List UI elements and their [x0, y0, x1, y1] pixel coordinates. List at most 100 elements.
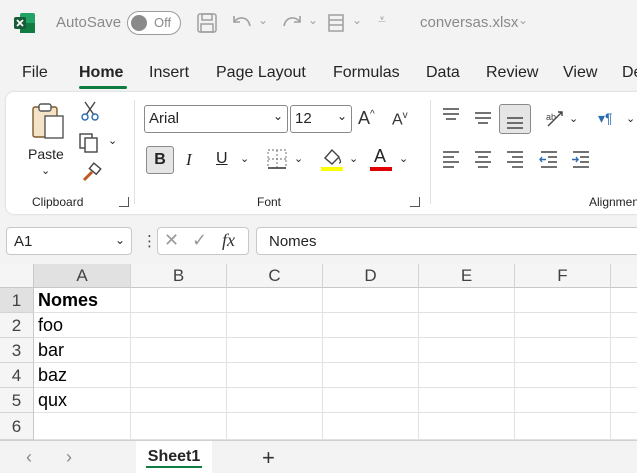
font-color-dropdown-icon[interactable]: ⌄ — [399, 152, 408, 165]
sheet-tab-sheet1[interactable]: Sheet1 — [136, 441, 212, 473]
underline-dropdown-icon[interactable]: ⌄ — [240, 152, 249, 165]
cell-d4[interactable] — [323, 363, 419, 388]
cell-b2[interactable] — [131, 313, 227, 338]
column-header-d[interactable]: D — [323, 264, 419, 288]
cell-a2[interactable]: foo — [34, 313, 131, 338]
add-sheet-icon[interactable]: + — [262, 445, 275, 471]
cell-b6[interactable] — [131, 413, 227, 440]
cell-b3[interactable] — [131, 338, 227, 363]
cell-b1[interactable] — [131, 288, 227, 313]
tab-file[interactable]: File — [22, 64, 48, 82]
select-all-corner[interactable] — [0, 264, 34, 288]
fill-color-dropdown-icon[interactable]: ⌄ — [349, 152, 358, 165]
text-direction-dropdown-icon[interactable]: ⌄ — [626, 112, 635, 125]
cell-e4[interactable] — [419, 363, 515, 388]
cancel-icon[interactable]: ✕ — [164, 230, 179, 251]
cut-icon[interactable] — [80, 100, 100, 122]
cell-g5[interactable] — [611, 388, 637, 413]
cell-e2[interactable] — [419, 313, 515, 338]
cell-g3[interactable] — [611, 338, 637, 363]
cell-a1[interactable]: Nomes — [34, 288, 131, 313]
align-right-icon[interactable] — [504, 150, 526, 168]
cell-c3[interactable] — [227, 338, 323, 363]
cell-d5[interactable] — [323, 388, 419, 413]
cell-d1[interactable] — [323, 288, 419, 313]
cell-f3[interactable] — [515, 338, 611, 363]
cell-a6[interactable] — [34, 413, 131, 440]
paste-dropdown-icon[interactable]: ⌄ — [41, 164, 50, 177]
autosave-toggle[interactable]: Off — [127, 11, 181, 35]
form-icon[interactable] — [326, 12, 348, 34]
enter-icon[interactable]: ✓ — [192, 230, 207, 251]
cell-g4[interactable] — [611, 363, 637, 388]
cell-e3[interactable] — [419, 338, 515, 363]
cell-c1[interactable] — [227, 288, 323, 313]
cell-g1[interactable] — [611, 288, 637, 313]
column-header-b[interactable]: B — [131, 264, 227, 288]
cell-g2[interactable] — [611, 313, 637, 338]
middle-align-icon[interactable] — [472, 110, 494, 128]
tab-data[interactable]: Data — [426, 64, 460, 82]
bottom-align-button[interactable] — [499, 104, 531, 134]
tab-review[interactable]: Review — [486, 64, 538, 82]
borders-dropdown-icon[interactable]: ⌄ — [294, 152, 303, 165]
font-color-button[interactable]: A — [370, 146, 394, 172]
row-header-6[interactable]: 6 — [0, 413, 34, 440]
cell-d2[interactable] — [323, 313, 419, 338]
filename-dropdown-icon[interactable]: ⌄ — [518, 13, 528, 27]
column-header-f[interactable]: F — [515, 264, 611, 288]
row-header-5[interactable]: 5 — [0, 388, 34, 413]
redo-icon[interactable] — [280, 12, 304, 34]
borders-icon[interactable] — [266, 148, 288, 170]
formula-input[interactable]: Nomes — [256, 227, 637, 255]
next-sheet-icon[interactable]: › — [66, 447, 72, 468]
tab-insert[interactable]: Insert — [149, 64, 189, 82]
tab-formulas[interactable]: Formulas — [333, 64, 400, 82]
text-direction-icon[interactable]: ▾¶ — [598, 110, 613, 127]
cell-b4[interactable] — [131, 363, 227, 388]
tab-view[interactable]: View — [563, 64, 597, 82]
cell-f4[interactable] — [515, 363, 611, 388]
column-header-a[interactable]: A — [34, 264, 131, 288]
cell-c5[interactable] — [227, 388, 323, 413]
top-align-icon[interactable] — [440, 106, 462, 124]
cell-f2[interactable] — [515, 313, 611, 338]
file-name[interactable]: conversas.xlsx — [420, 14, 518, 31]
italic-button[interactable]: I — [186, 150, 192, 170]
font-size-box[interactable]: 12 ⌄ — [290, 105, 352, 133]
copy-icon[interactable] — [78, 132, 100, 154]
underline-button[interactable]: U — [216, 150, 228, 168]
cell-g6[interactable] — [611, 413, 637, 440]
redo-dropdown-icon[interactable]: ⌄ — [308, 13, 318, 27]
name-box[interactable]: A1 ⌄ — [6, 227, 132, 255]
align-left-icon[interactable] — [440, 150, 462, 168]
cell-f6[interactable] — [515, 413, 611, 440]
row-header-3[interactable]: 3 — [0, 338, 34, 363]
customize-toolbar-icon[interactable]: ⩡ — [378, 11, 386, 28]
cell-e6[interactable] — [419, 413, 515, 440]
more-options-icon[interactable]: ⋮ — [142, 232, 157, 250]
tab-home[interactable]: Home — [79, 64, 123, 82]
paste-icon[interactable] — [30, 102, 66, 142]
cell-d3[interactable] — [323, 338, 419, 363]
cell-f5[interactable] — [515, 388, 611, 413]
cell-b5[interactable] — [131, 388, 227, 413]
bold-button[interactable]: B — [146, 146, 174, 174]
undo-icon[interactable] — [230, 12, 254, 34]
fill-color-icon[interactable] — [320, 146, 344, 172]
copy-dropdown-icon[interactable]: ⌄ — [108, 134, 117, 147]
cell-a3[interactable]: bar — [34, 338, 131, 363]
row-header-2[interactable]: 2 — [0, 313, 34, 338]
font-name-box[interactable]: Arial ⌄ — [144, 105, 288, 133]
orientation-icon[interactable]: ab — [544, 108, 570, 130]
format-painter-icon[interactable] — [80, 162, 102, 184]
previous-sheet-icon[interactable]: ‹ — [26, 447, 32, 468]
row-header-1[interactable]: 1 — [0, 288, 34, 313]
cell-c6[interactable] — [227, 413, 323, 440]
cell-a4[interactable]: baz — [34, 363, 131, 388]
row-header-4[interactable]: 4 — [0, 363, 34, 388]
shrink-font-button[interactable]: Av — [392, 110, 408, 129]
clipboard-dialog-launcher[interactable] — [119, 197, 129, 207]
column-header-e[interactable]: E — [419, 264, 515, 288]
tab-page-layout[interactable]: Page Layout — [216, 64, 306, 82]
